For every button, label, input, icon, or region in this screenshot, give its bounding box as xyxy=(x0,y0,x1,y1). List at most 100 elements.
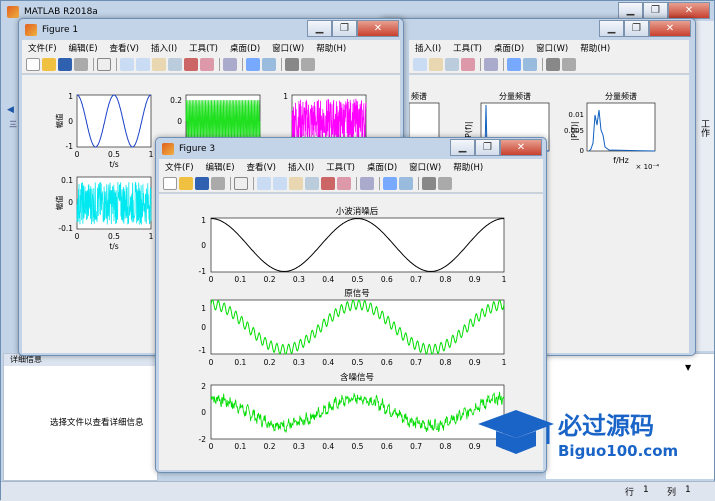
fig2-restore-button[interactable]: ❐ xyxy=(624,20,649,37)
fig1-menu-desktop[interactable]: 桌面(D) xyxy=(224,42,266,54)
pan-icon[interactable] xyxy=(152,58,166,71)
fig2-close-button[interactable]: ✕ xyxy=(649,20,691,37)
fig2-menu-window[interactable]: 窗口(W) xyxy=(530,42,574,54)
link-icon[interactable] xyxy=(223,58,237,71)
fig3-menu-tools[interactable]: 工具(T) xyxy=(320,161,361,173)
main-window-title: MATLAB R2018a xyxy=(24,7,98,17)
xtick-label: 0.1 xyxy=(234,358,246,367)
xtick-label: 1 xyxy=(502,358,507,367)
new-figure-icon[interactable] xyxy=(26,58,40,71)
fig1-plotA-xlabel: t/s xyxy=(109,160,118,169)
fig3-menu-insert[interactable]: 插入(I) xyxy=(282,161,320,173)
fig1-menu-view[interactable]: 查看(V) xyxy=(104,42,145,54)
fig1-plotB-ytick-02: 0.2 xyxy=(170,96,182,105)
show-tools-icon[interactable] xyxy=(438,177,452,190)
legend-icon[interactable] xyxy=(262,58,276,71)
rotate-icon[interactable] xyxy=(445,58,459,71)
fig3-menu-edit[interactable]: 编辑(E) xyxy=(200,161,241,173)
fig1-menu-window[interactable]: 窗口(W) xyxy=(266,42,310,54)
details-hint: 选择文件以查看详细信息 xyxy=(50,418,144,428)
legend-icon[interactable] xyxy=(399,177,413,190)
colorbar-icon[interactable] xyxy=(507,58,521,71)
figure2-controls: ▁ ❐ ✕ xyxy=(599,20,691,37)
fig3-minimize-button[interactable]: ▁ xyxy=(450,139,475,156)
print-icon[interactable] xyxy=(74,58,88,71)
zoom-out-icon[interactable] xyxy=(413,58,427,71)
save-icon[interactable] xyxy=(195,177,209,190)
scroll-down-arrow-icon[interactable]: ▼ xyxy=(685,363,691,372)
fig3-restore-button[interactable]: ❐ xyxy=(475,139,500,156)
restore-button[interactable]: ❐ xyxy=(643,2,668,19)
watermark-brand: 必过源码 xyxy=(558,412,654,440)
fig3-menu-help[interactable]: 帮助(H) xyxy=(447,161,489,173)
fig3-plot3-ytick-top: 2 xyxy=(201,382,206,391)
legend-icon[interactable] xyxy=(523,58,537,71)
fig1-menu-insert[interactable]: 插入(I) xyxy=(145,42,183,54)
fig2-plot3-ytick-zero: 0 xyxy=(580,147,584,155)
fig2-plot3-title: 分量频谱 xyxy=(605,91,637,101)
fig2-minimize-button[interactable]: ▁ xyxy=(599,20,624,37)
fig2-menu-insert[interactable]: 插入(I) xyxy=(409,42,447,54)
select-arrow-icon[interactable] xyxy=(97,58,111,71)
rotate-icon[interactable] xyxy=(168,58,182,71)
fig3-menu-desktop[interactable]: 桌面(D) xyxy=(361,161,403,173)
fig1-restore-button[interactable]: ❐ xyxy=(332,20,357,37)
hide-tools-icon[interactable] xyxy=(546,58,560,71)
hide-tools-icon[interactable] xyxy=(422,177,436,190)
fig1-minimize-button[interactable]: ▁ xyxy=(307,20,332,37)
workspace-side-panel xyxy=(694,21,714,351)
data-cursor-icon[interactable] xyxy=(184,58,198,71)
xtick-label: 0.2 xyxy=(264,275,276,284)
show-tools-icon[interactable] xyxy=(301,58,315,71)
link-icon[interactable] xyxy=(484,58,498,71)
fig3-plot1-ytick-bot: -1 xyxy=(199,267,207,276)
zoom-in-icon[interactable] xyxy=(257,177,271,190)
link-icon[interactable] xyxy=(360,177,374,190)
data-cursor-icon[interactable] xyxy=(321,177,335,190)
fig2-menu-tools[interactable]: 工具(T) xyxy=(447,42,488,54)
show-tools-icon[interactable] xyxy=(562,58,576,71)
fig3-menu-view[interactable]: 查看(V) xyxy=(241,161,282,173)
fig3-plot3-ytick-mid: 0 xyxy=(201,408,206,417)
xtick-label: 0.3 xyxy=(293,442,305,451)
xtick-label: 0.8 xyxy=(439,275,451,284)
zoom-out-icon[interactable] xyxy=(136,58,150,71)
open-file-icon[interactable] xyxy=(42,58,56,71)
workspace-tab[interactable]: 工作 xyxy=(698,119,711,137)
details-panel: 详细信息 选择文件以查看详细信息 xyxy=(3,353,158,481)
xtick-label: 0.6 xyxy=(381,358,393,367)
fig2-menu-desktop[interactable]: 桌面(D) xyxy=(488,42,530,54)
hide-tools-icon[interactable] xyxy=(285,58,299,71)
left-collapse-arrow-icon[interactable]: ◀ xyxy=(7,105,14,115)
rotate-icon[interactable] xyxy=(305,177,319,190)
close-button[interactable]: ✕ xyxy=(668,2,710,19)
pan-icon[interactable] xyxy=(429,58,443,71)
brush-icon[interactable] xyxy=(200,58,214,71)
fig3-menu-file[interactable]: 文件(F) xyxy=(159,161,200,173)
print-icon[interactable] xyxy=(211,177,225,190)
fig1-menu-file[interactable]: 文件(F) xyxy=(22,42,63,54)
fig1-menu-edit[interactable]: 编辑(E) xyxy=(63,42,104,54)
figure2-toolbar xyxy=(409,56,689,74)
xtick-label: 0.7 xyxy=(410,358,422,367)
minimize-button[interactable]: ▁ xyxy=(618,2,643,19)
brush-icon[interactable] xyxy=(461,58,475,71)
select-arrow-icon[interactable] xyxy=(234,177,248,190)
fig2-menu-help[interactable]: 帮助(H) xyxy=(574,42,616,54)
zoom-in-icon[interactable] xyxy=(120,58,134,71)
fig3-menu-window[interactable]: 窗口(W) xyxy=(403,161,447,173)
zoom-out-icon[interactable] xyxy=(273,177,287,190)
fig3-close-button[interactable]: ✕ xyxy=(500,139,542,156)
save-icon[interactable] xyxy=(58,58,72,71)
colorbar-icon[interactable] xyxy=(246,58,260,71)
pan-icon[interactable] xyxy=(289,177,303,190)
fig1-menu-help[interactable]: 帮助(H) xyxy=(310,42,352,54)
fig1-close-button[interactable]: ✕ xyxy=(357,20,399,37)
new-figure-icon[interactable] xyxy=(163,177,177,190)
open-file-icon[interactable] xyxy=(179,177,193,190)
xtick-label: 0.2 xyxy=(264,442,276,451)
brush-icon[interactable] xyxy=(337,177,351,190)
colorbar-icon[interactable] xyxy=(383,177,397,190)
fig1-menu-tools[interactable]: 工具(T) xyxy=(183,42,224,54)
xtick-label: 0 xyxy=(209,358,214,367)
